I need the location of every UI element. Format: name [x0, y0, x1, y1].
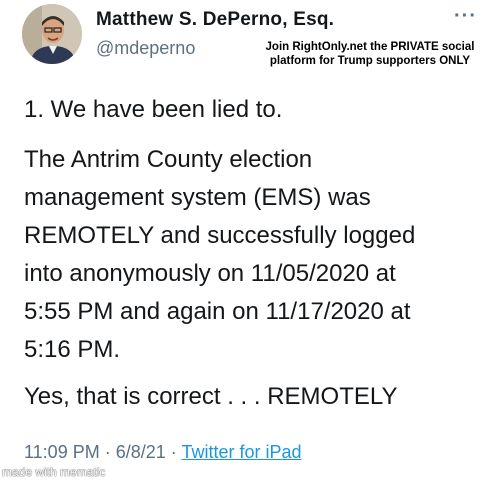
tweet-meta: 11:09 PM · 6/8/21 · Twitter for iPad: [24, 442, 301, 463]
tweet-text-line: Yes, that is correct . . . REMOTELY: [24, 383, 398, 410]
user-avatar-icon: [22, 4, 82, 64]
tweet-text-line: The Antrim County election: [24, 146, 313, 173]
tweet-text-line: 1. We have been lied to.: [24, 96, 283, 123]
promo-line: platform for Trump supporters ONLY: [269, 55, 471, 67]
tweet-time[interactable]: 11:09 PM: [24, 442, 100, 462]
author-display-name[interactable]: Matthew S. DePerno, Esq.: [96, 9, 334, 31]
tweet-card: Matthew S. DePerno, Esq. @mdeperno ··· J…: [0, 0, 500, 481]
tweet-source-link[interactable]: Twitter for iPad: [181, 442, 301, 462]
avatar[interactable]: [22, 4, 82, 64]
meta-separator: ·: [165, 442, 182, 462]
tweet-date[interactable]: 6/8/21: [116, 442, 166, 462]
meta-separator: ·: [99, 442, 116, 462]
promo-line: Join RightOnly.net the PRIVATE social: [265, 41, 475, 53]
author-handle[interactable]: @mdeperno: [96, 38, 195, 59]
watermark-text: made with mematic: [2, 465, 106, 479]
tweet-text-line: REMOTELY and successfully logged: [24, 222, 416, 249]
tweet-text-line: 5:16 PM.: [24, 336, 121, 363]
tweet-text-line: into anonymously on 11/05/2020 at: [24, 260, 396, 287]
more-options-icon[interactable]: ···: [454, 6, 477, 26]
tweet-text-line: 5:55 PM and again on 11/17/2020 at: [24, 298, 411, 325]
promo-overlay-text: Join RightOnly.net the PRIVATE social pl…: [243, 40, 497, 68]
tweet-text-line: management system (EMS) was: [24, 184, 371, 211]
